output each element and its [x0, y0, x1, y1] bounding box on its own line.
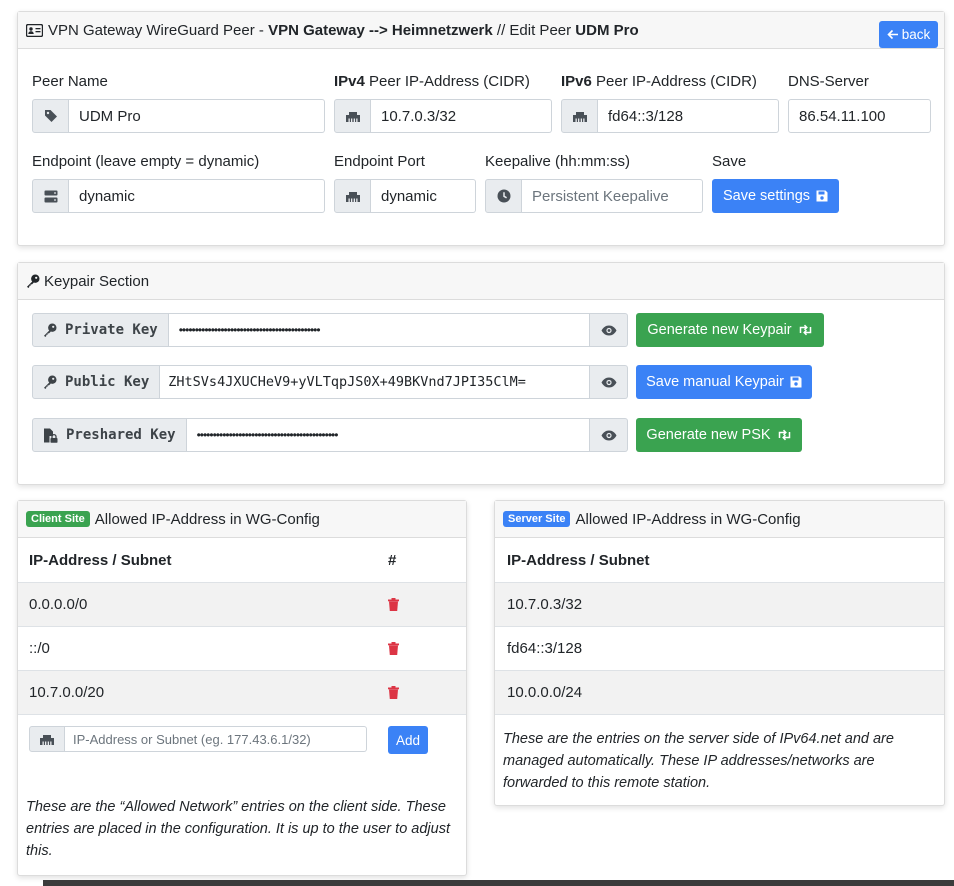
endpoint-port-label: Endpoint Port [334, 153, 425, 170]
file-lock-icon [43, 428, 58, 443]
endpoint-label: Endpoint (leave empty = dynamic) [32, 153, 260, 170]
peer-card-header: VPN Gateway WireGuard Peer - VPN Gateway… [18, 12, 944, 49]
server-site-badge: Server Site [503, 511, 571, 527]
table-row: 10.7.0.0/20 [18, 671, 466, 715]
ipv4-input[interactable]: 10.7.0.3/32 [371, 99, 552, 133]
refresh-icon [798, 324, 813, 336]
client-site-note: These are the “Allowed Network” entries … [26, 799, 450, 859]
peer-name-label: Peer Name [32, 73, 108, 90]
eye-icon[interactable] [590, 365, 628, 399]
keepalive-group: Persistent Keepalive [485, 179, 703, 213]
ethernet-icon [29, 726, 65, 752]
add-button[interactable]: Add [388, 726, 428, 754]
dns-label: DNS-Server [788, 73, 869, 90]
ipv4-group: 10.7.0.3/32 [334, 99, 552, 133]
trash-icon[interactable] [388, 686, 399, 699]
page-title: VPN Gateway WireGuard Peer - VPN Gateway… [48, 21, 639, 39]
keypair-title: Keypair Section [44, 272, 150, 290]
generate-psk-button[interactable]: Generate new PSK [636, 418, 802, 452]
table-row: 10.7.0.3/32 [495, 583, 944, 627]
private-key-addon: Private Key [32, 313, 169, 347]
clock-icon [485, 179, 522, 213]
ethernet-icon [334, 99, 371, 133]
endpoint-group: dynamic [32, 179, 325, 213]
peer-name-group: UDM Pro [32, 99, 325, 133]
client-site-header: Client Site Allowed IP-Address in WG-Con… [18, 501, 466, 538]
floppy-disk-icon [816, 190, 828, 202]
dns-group: 86.54.11.100 [788, 99, 931, 133]
id-card-icon [26, 23, 43, 37]
save-label: Save [712, 153, 747, 170]
eye-icon[interactable] [590, 418, 628, 452]
tag-icon [32, 99, 69, 133]
server-site-header: Server Site Allowed IP-Address in WG-Con… [495, 501, 944, 538]
back-button[interactable]: back [879, 21, 938, 48]
server-site-card: Server Site Allowed IP-Address in WG-Con… [494, 500, 945, 806]
col-ip-subnet: IP-Address / Subnet [507, 552, 650, 569]
ipv4-label: IPv4 Peer IP-Address (CIDR) [334, 73, 530, 90]
keypair-card-header: Keypair Section [18, 263, 944, 300]
preshared-key-addon: Preshared Key [32, 418, 187, 452]
save-manual-keypair-button[interactable]: Save manual Keypair [636, 365, 812, 399]
col-ip-subnet: IP-Address / Subnet [29, 552, 172, 569]
ipv6-input[interactable]: fd64::3/128 [598, 99, 779, 133]
preshared-key-input[interactable]: ••••••••••••••••••••••••••••••••••••••••… [186, 418, 590, 452]
client-table-header: IP-Address / Subnet # [18, 539, 466, 583]
endpoint-port-input[interactable]: dynamic [371, 179, 476, 213]
endpoint-input[interactable]: dynamic [69, 179, 325, 213]
key-icon [43, 375, 57, 389]
eye-icon[interactable] [590, 313, 628, 347]
keepalive-input[interactable]: Persistent Keepalive [522, 179, 703, 213]
floppy-disk-icon [790, 376, 802, 388]
peer-name-input[interactable]: UDM Pro [69, 99, 325, 133]
arrow-left-icon [887, 29, 899, 40]
save-settings-button[interactable]: Save settings [712, 179, 839, 213]
generate-keypair-button[interactable]: Generate new Keypair [636, 313, 824, 347]
add-ip-group: IP-Address or Subnet (eg. 177.43.6.1/32) [29, 726, 367, 752]
dns-input[interactable]: 86.54.11.100 [788, 99, 931, 133]
client-site-card: Client Site Allowed IP-Address in WG-Con… [17, 500, 467, 876]
keypair-card: Keypair Section Private Key ••••••••••••… [17, 262, 945, 485]
server-table-header: IP-Address / Subnet [495, 539, 944, 583]
trash-icon[interactable] [388, 642, 399, 655]
table-row: fd64::3/128 [495, 627, 944, 671]
server-icon [32, 179, 69, 213]
ip-subnet-input[interactable]: IP-Address or Subnet (eg. 177.43.6.1/32) [65, 726, 367, 752]
private-key-input[interactable]: ••••••••••••••••••••••••••••••••••••••••… [168, 313, 590, 347]
ethernet-icon [334, 179, 371, 213]
table-row: 0.0.0.0/0 [18, 583, 466, 627]
table-row: ::/0 [18, 627, 466, 671]
key-icon [43, 323, 57, 337]
public-key-group: Public Key ZHtSVs4JXUCHeV9+yVLTqpJS0X+49… [32, 365, 628, 399]
trash-icon[interactable] [388, 598, 399, 611]
key-icon [26, 274, 40, 288]
refresh-icon [777, 429, 792, 441]
ethernet-icon [561, 99, 598, 133]
public-key-addon: Public Key [32, 365, 161, 399]
public-key-input[interactable]: ZHtSVs4JXUCHeV9+yVLTqpJS0X+49BKVnd7JPI35… [160, 365, 590, 399]
server-site-title: Allowed IP-Address in WG-Config [575, 510, 801, 528]
keepalive-label: Keepalive (hh:mm:ss) [485, 153, 631, 170]
client-site-title: Allowed IP-Address in WG-Config [94, 510, 320, 528]
client-site-badge: Client Site [26, 511, 90, 527]
col-action: # [388, 552, 397, 569]
table-row: 10.0.0.0/24 [495, 671, 944, 715]
server-site-note: These are the entries on the server side… [503, 731, 894, 791]
peer-card: VPN Gateway WireGuard Peer - VPN Gateway… [17, 11, 945, 246]
footer-strip [43, 880, 954, 886]
ipv6-label: IPv6 Peer IP-Address (CIDR) [561, 73, 757, 90]
private-key-group: Private Key ••••••••••••••••••••••••••••… [32, 313, 628, 347]
preshared-key-group: Preshared Key ••••••••••••••••••••••••••… [32, 418, 628, 452]
ipv6-group: fd64::3/128 [561, 99, 779, 133]
endpoint-port-group: dynamic [334, 179, 476, 213]
